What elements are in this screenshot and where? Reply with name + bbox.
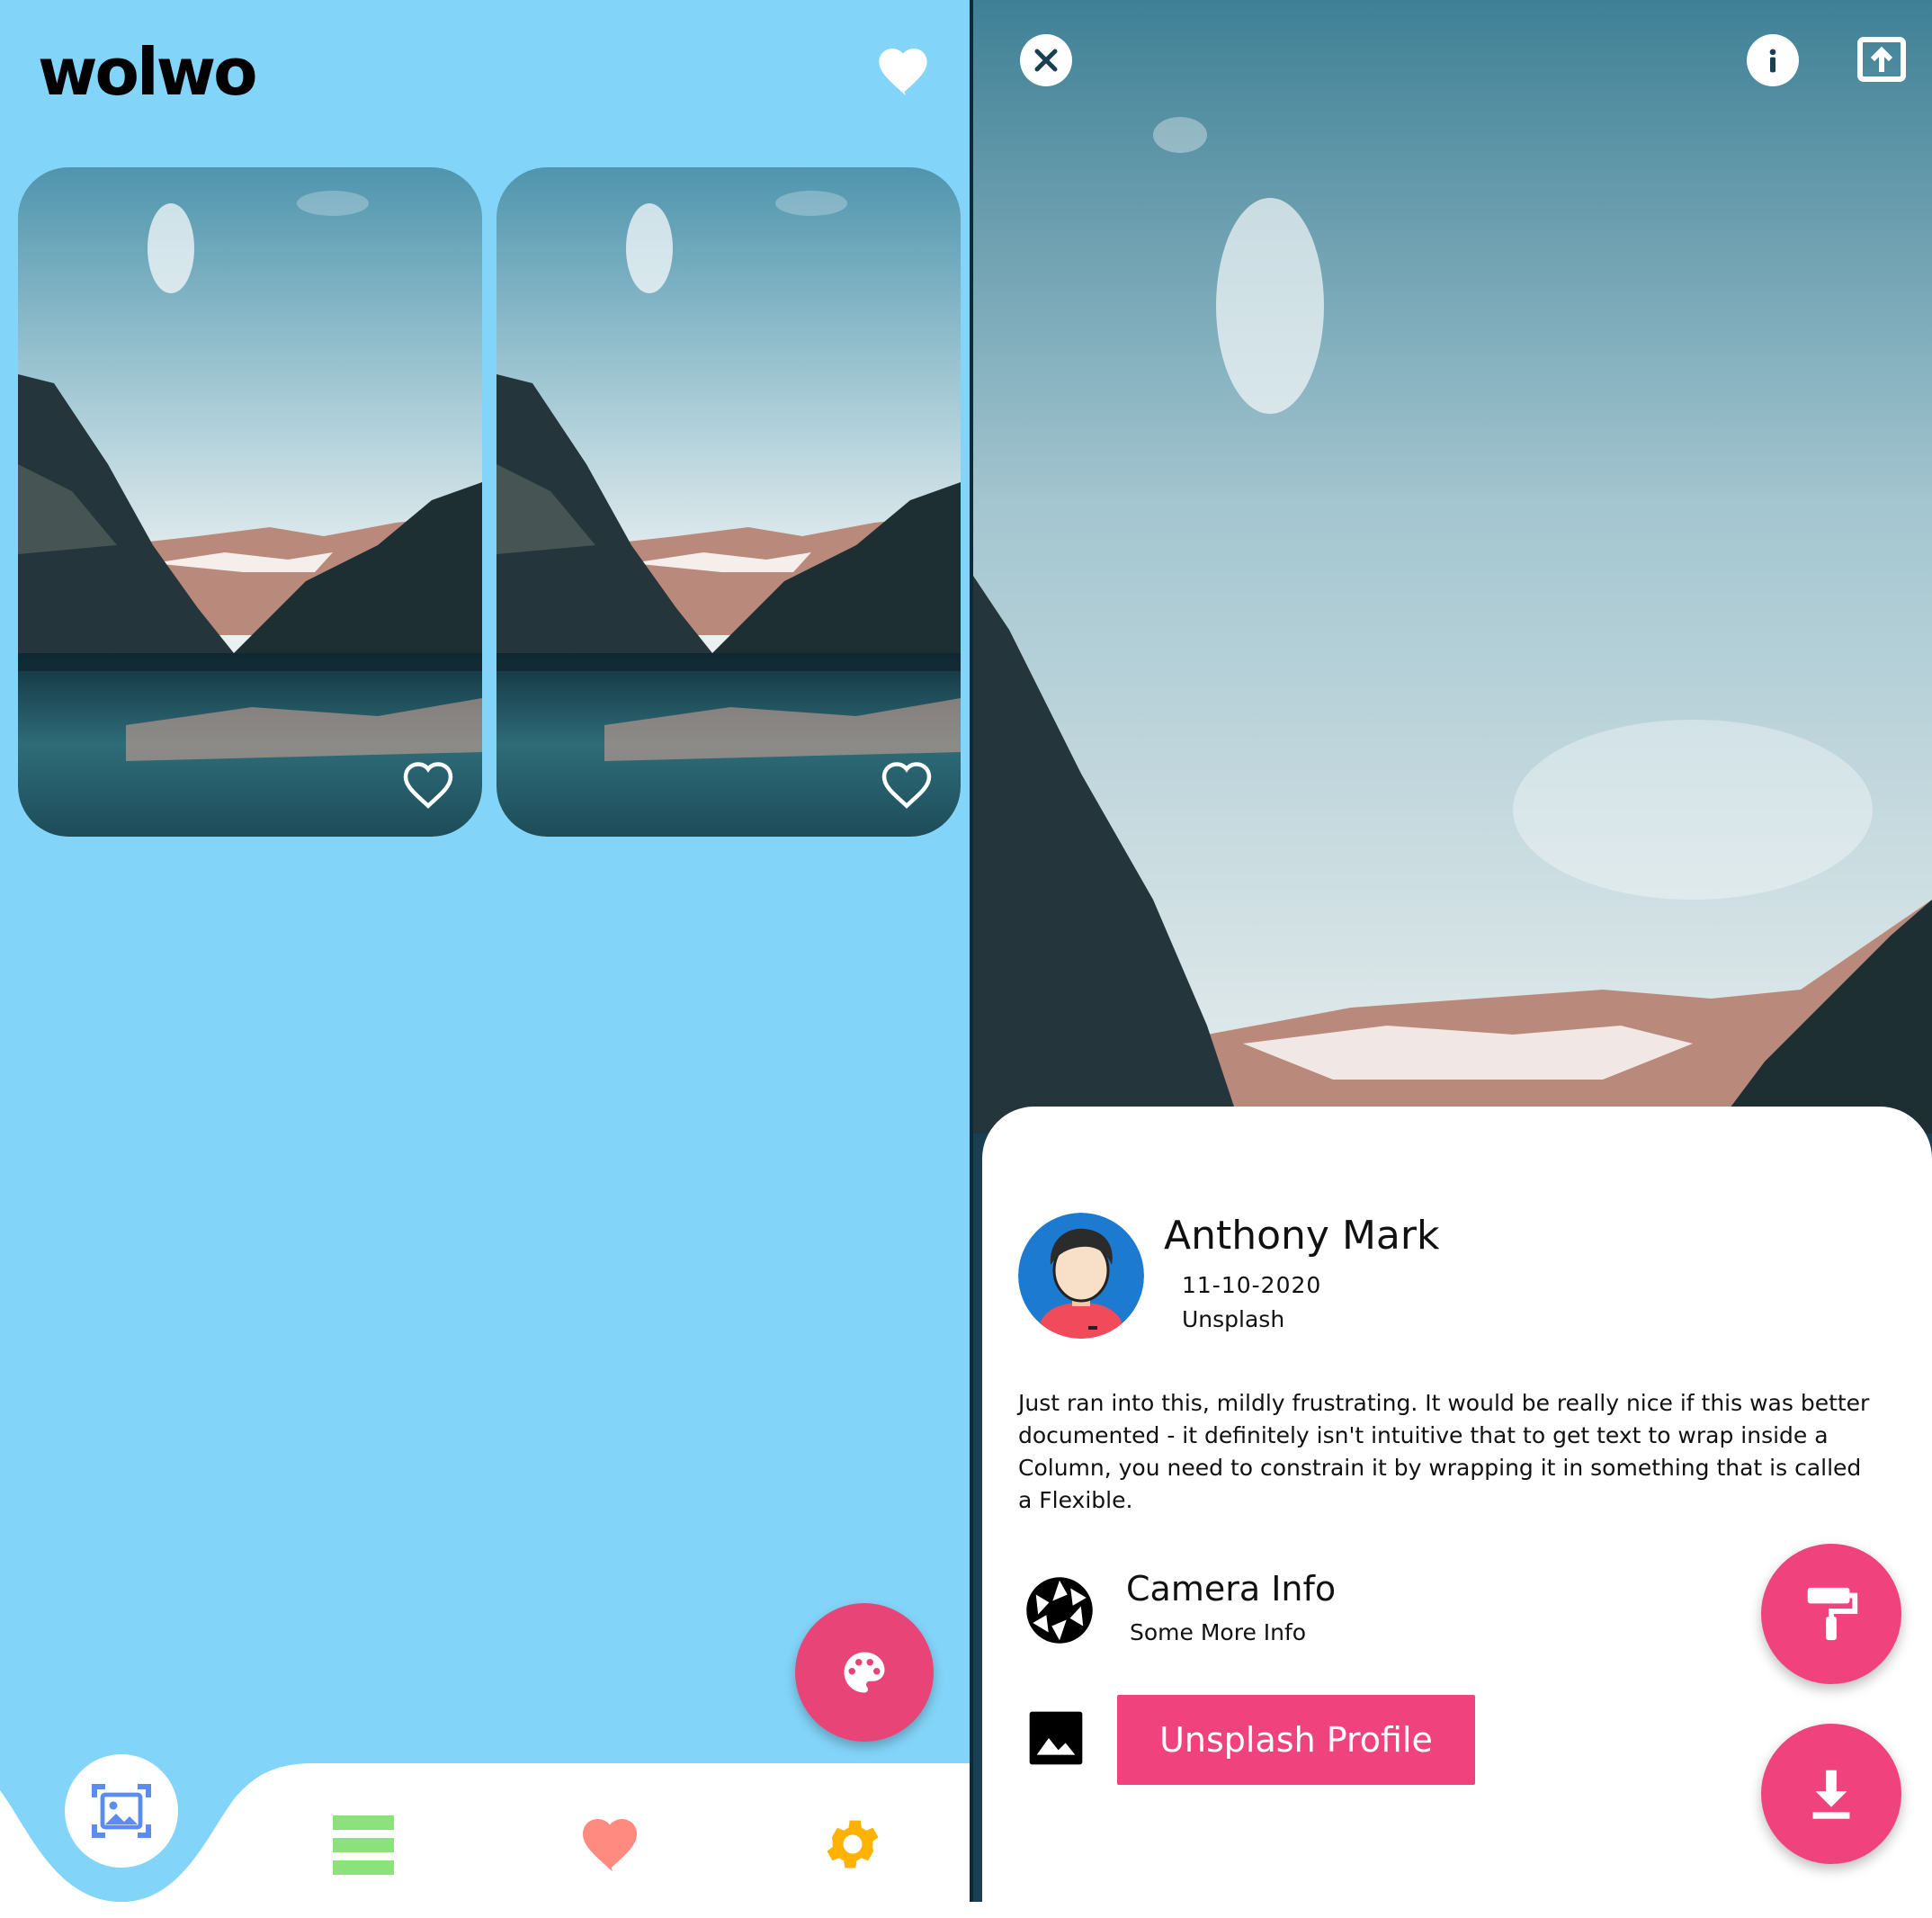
set-wallpaper-fab-button[interactable] [1761,1544,1901,1684]
heart-outline-icon[interactable] [401,759,455,810]
wallpaper-list-screen: wolwo [0,0,970,1902]
nav-item-favorites[interactable] [577,1814,642,1873]
photo-date: 11-10-2020 [1182,1272,1322,1298]
unsplash-profile-button[interactable]: Unsplash Profile [1117,1695,1475,1785]
download-fab-button[interactable] [1761,1724,1901,1864]
close-button[interactable] [1020,34,1072,86]
wallpaper-thumbnail [18,167,482,837]
share-icon[interactable] [1856,36,1907,83]
photo-description: Just ran into this, mildly frustrating. … [1018,1390,1870,1513]
camera-info-title: Camera Info [1126,1569,1337,1609]
nav-item-gallery[interactable] [65,1754,178,1868]
download-icon [1812,1770,1850,1819]
theme-fab-button[interactable] [795,1603,934,1742]
camera-info-subtitle: Some More Info [1130,1619,1307,1645]
wallpaper-thumbnail [496,167,961,837]
image-icon [1029,1711,1083,1765]
wallpaper-full-image [973,0,1932,1134]
photo-source: Unsplash [1182,1306,1285,1332]
gallery-icon [92,1784,151,1838]
nav-item-settings[interactable] [820,1812,885,1877]
wallpaper-card[interactable] [18,167,482,837]
paint-roller-icon [1807,1587,1858,1641]
heart-outline-icon[interactable] [880,759,934,810]
author-name: Anthony Mark [1164,1213,1440,1259]
palette-icon [844,1652,885,1693]
wallpaper-card[interactable] [496,167,961,837]
wallpaper-detail-screen: Anthony Mark 11-10-2020 Unsplash Just ra… [973,0,1932,1902]
close-icon [1034,49,1058,72]
info-icon [1769,49,1776,73]
info-button[interactable] [1747,34,1799,86]
avatar [1018,1213,1144,1339]
heart-icon[interactable] [874,43,932,97]
camera-aperture-icon [1026,1577,1093,1644]
nav-item-list[interactable] [333,1815,394,1875]
app-title: wolwo [38,34,258,110]
